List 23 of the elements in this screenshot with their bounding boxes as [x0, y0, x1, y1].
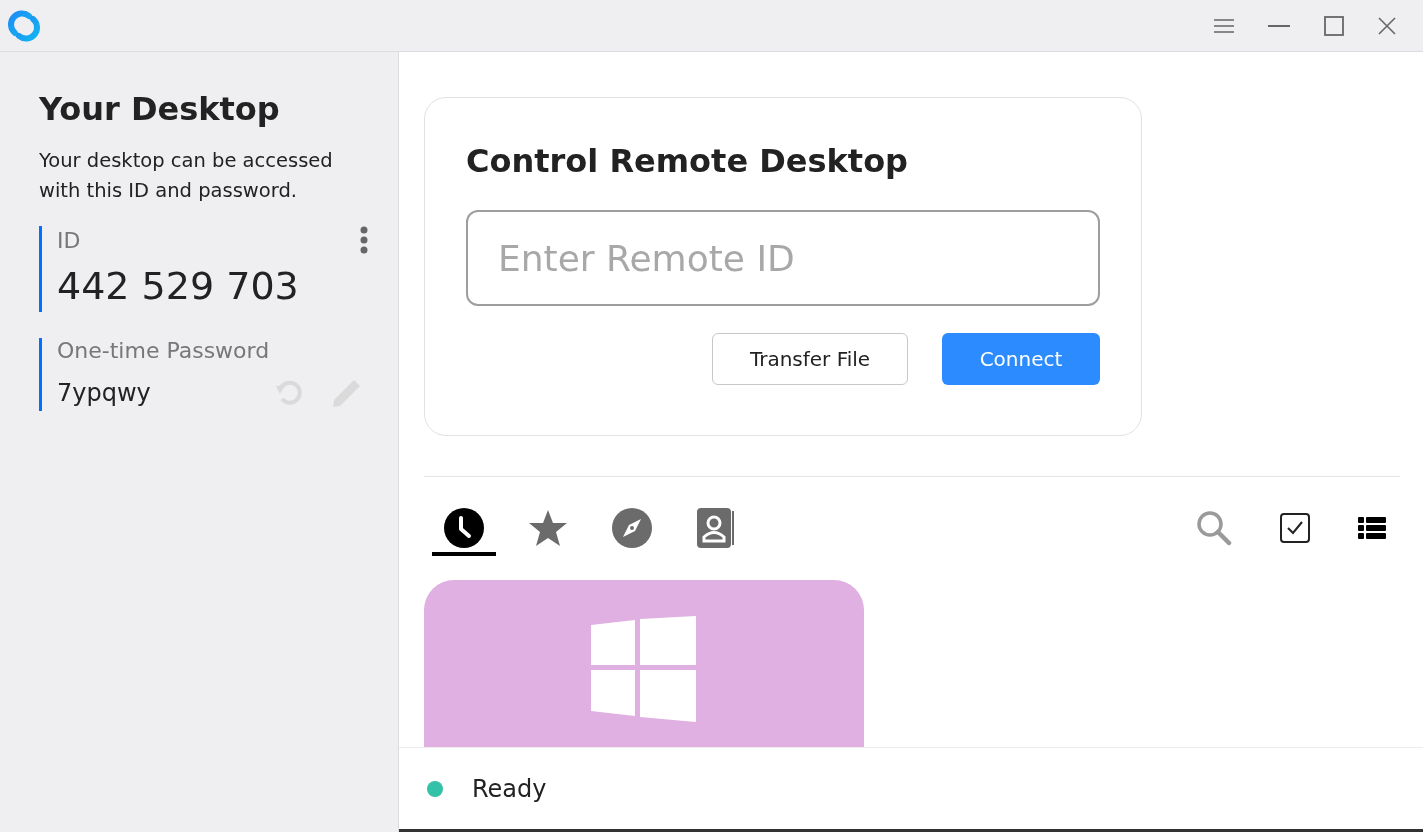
status-text: Ready	[472, 774, 547, 803]
card-title: Control Remote Desktop	[466, 142, 909, 180]
minimize-icon[interactable]	[1268, 24, 1290, 27]
id-label: ID	[57, 227, 81, 253]
password-label: One-time Password	[57, 338, 270, 363]
close-icon[interactable]	[1378, 16, 1396, 35]
address-book-icon	[697, 507, 735, 548]
password-value: 7ypqwy	[57, 379, 151, 407]
menu-icon[interactable]	[1214, 18, 1234, 33]
sidebar-title: Your Desktop	[39, 90, 281, 128]
checkbox-icon[interactable]	[1280, 512, 1310, 543]
id-value: 442 529 703	[57, 264, 300, 310]
list-view-icon[interactable]	[1358, 516, 1386, 539]
compass-icon	[612, 507, 652, 548]
search-icon[interactable]	[1196, 509, 1232, 546]
remote-id-field[interactable]: Enter Remote ID	[466, 210, 1100, 306]
clock-icon	[444, 507, 484, 548]
windows-logo-icon	[591, 616, 697, 722]
maximize-icon[interactable]	[1324, 15, 1344, 36]
app-logo-icon	[7, 8, 41, 43]
more-options-icon[interactable]	[360, 226, 368, 254]
sidebar-description: Your desktop can be accessed with this ID and password.	[39, 148, 334, 204]
transfer-file-button[interactable]: Transfer File	[712, 333, 908, 385]
